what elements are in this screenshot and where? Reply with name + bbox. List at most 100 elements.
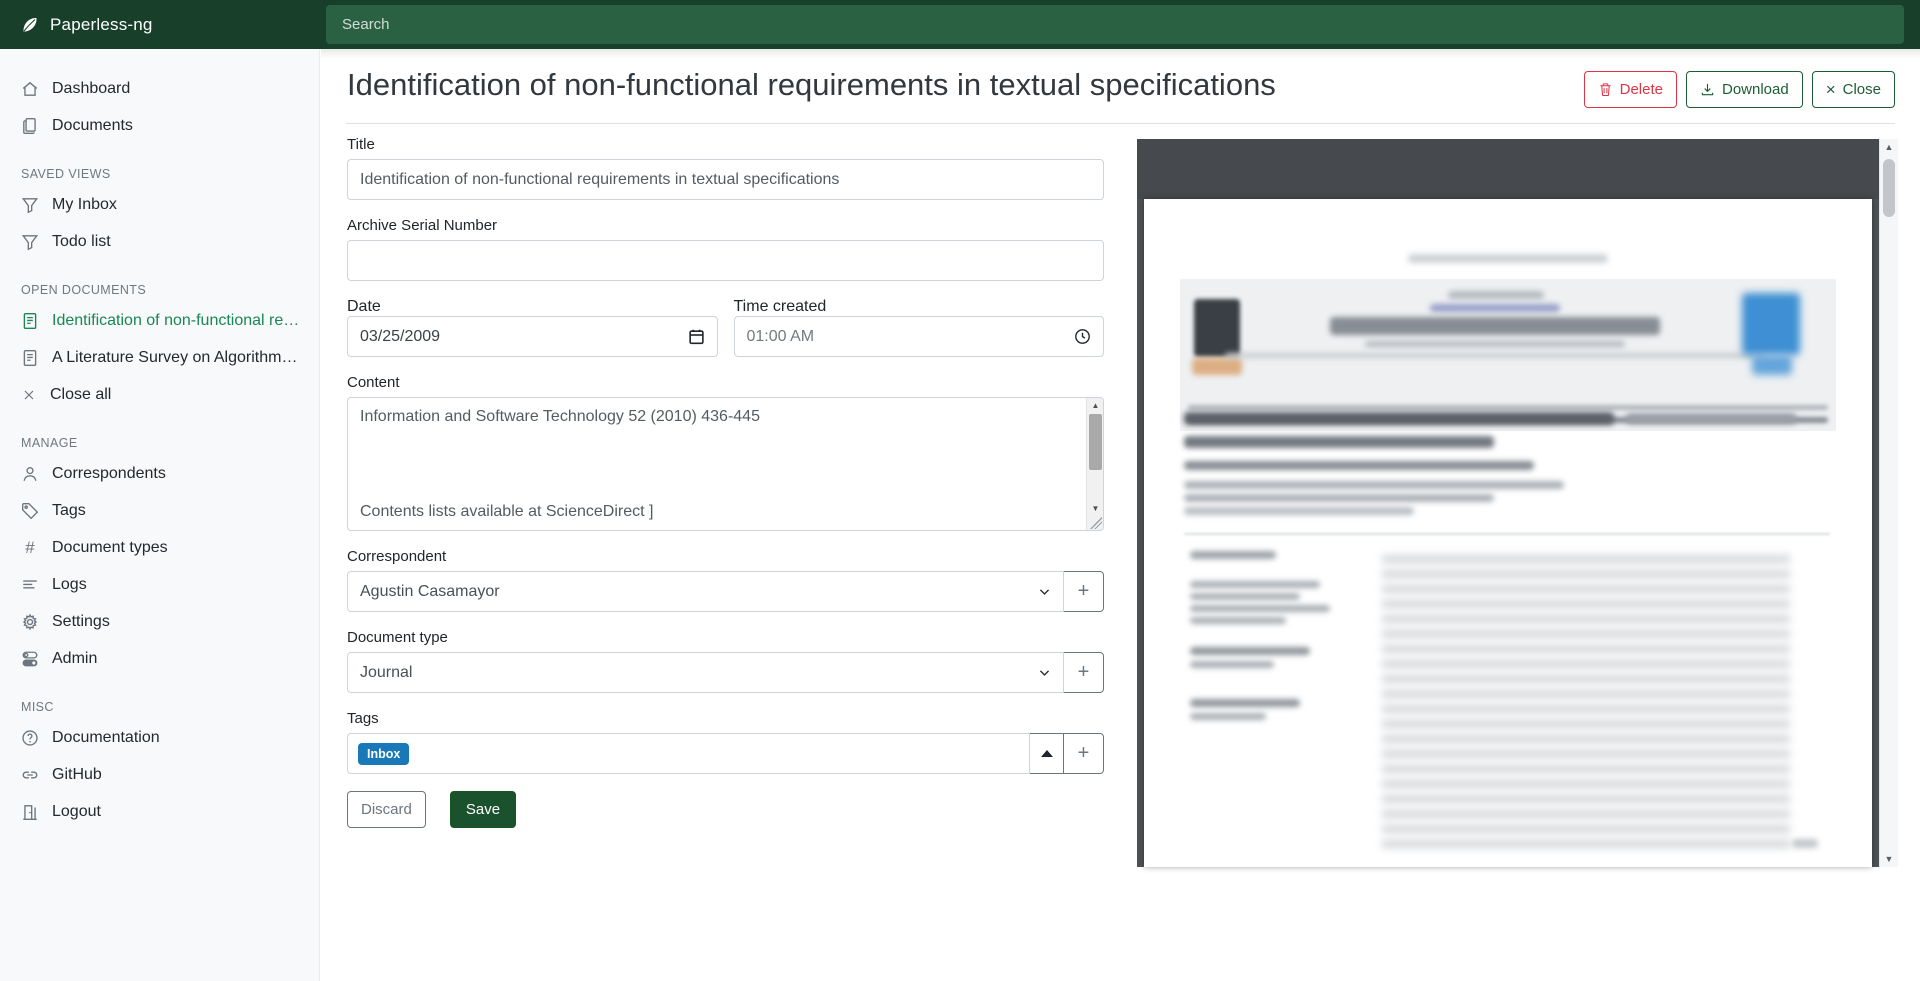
scroll-up-icon[interactable]: ▲ <box>1087 398 1104 413</box>
title-input[interactable] <box>360 171 1091 189</box>
toggles-icon <box>21 650 39 668</box>
hash-icon: # <box>21 538 39 558</box>
app-title: Paperless-ng <box>50 15 153 35</box>
correspondent-label: Correspondent <box>347 548 1104 565</box>
blurred-text-line <box>1190 699 1300 707</box>
sidebar-item-todo-list[interactable]: Todo list <box>0 223 319 260</box>
article-divider <box>1184 533 1830 535</box>
plus-icon: + <box>1078 742 1090 765</box>
document-type-select[interactable]: Journal <box>347 652 1064 693</box>
sidebar-section-misc: MISC <box>0 697 319 717</box>
asn-label: Archive Serial Number <box>347 217 1104 234</box>
plus-icon: + <box>1078 580 1090 603</box>
blurred-authors-line <box>1184 461 1534 470</box>
sidebar-item-open-doc-2[interactable]: A Literature Survey on Algorithms for Mu… <box>0 339 319 376</box>
sidebar-item-admin[interactable]: Admin <box>0 640 319 677</box>
sidebar-item-correspondents[interactable]: Correspondents <box>0 455 319 492</box>
files-icon <box>21 117 39 135</box>
preview-scrollbar[interactable]: ▲ ▼ <box>1879 139 1898 867</box>
blurred-abstract-block <box>1382 555 1790 855</box>
blurred-text-line <box>1626 413 1796 424</box>
pdf-page[interactable] <box>1144 199 1872 867</box>
title-label: Title <box>347 136 1104 153</box>
blurred-text-line <box>1792 839 1818 848</box>
document-type-label: Document type <box>347 629 1104 646</box>
sidebar-item-documentation[interactable]: Documentation <box>0 719 319 756</box>
save-button[interactable]: Save <box>450 791 516 828</box>
add-document-type-button[interactable]: + <box>1063 652 1104 693</box>
sciencedirect-logo <box>1752 355 1792 375</box>
pdf-viewer-toolbar[interactable] <box>1137 139 1879 199</box>
tag-icon <box>21 502 39 520</box>
content-label: Content <box>347 374 1104 391</box>
blurred-text-line <box>1190 661 1274 668</box>
sidebar-item-open-doc-1[interactable]: Identification of non-functional require… <box>0 302 319 339</box>
funnel-icon <box>21 233 39 251</box>
close-button[interactable]: × Close <box>1812 71 1895 108</box>
discard-button[interactable]: Discard <box>347 791 426 828</box>
calendar-icon[interactable] <box>688 328 705 345</box>
door-open-icon <box>21 803 39 821</box>
time-created-input[interactable] <box>747 328 1067 346</box>
blurred-text-line <box>1184 481 1564 489</box>
tags-dropdown-toggle[interactable] <box>1029 733 1064 774</box>
question-circle-icon <box>21 729 39 747</box>
add-tag-button[interactable]: + <box>1063 733 1104 774</box>
asn-input[interactable] <box>360 252 1091 270</box>
content-textarea[interactable]: Information and Software Technology 52 (… <box>347 397 1104 531</box>
chevron-down-icon <box>1038 585 1051 598</box>
blurred-article-title <box>1184 412 1614 425</box>
sidebar-item-tags[interactable]: Tags <box>0 492 319 529</box>
sidebar-item-dashboard[interactable]: Dashboard <box>0 70 319 107</box>
tags-label: Tags <box>347 710 1104 727</box>
journal-logo <box>1194 299 1240 357</box>
sidebar-item-github[interactable]: GitHub <box>0 756 319 793</box>
sidebar-item-document-types[interactable]: # Document types <box>0 529 319 566</box>
x-icon <box>21 387 37 403</box>
sidebar-item-my-inbox[interactable]: My Inbox <box>0 186 319 223</box>
add-correspondent-button[interactable]: + <box>1063 571 1104 612</box>
content-scrollbar-thumb[interactable] <box>1089 414 1102 470</box>
tags-field[interactable]: Inbox <box>347 733 1030 774</box>
search-input[interactable] <box>326 5 1904 44</box>
clock-icon[interactable] <box>1074 328 1091 345</box>
pdf-preview-pane: ▲ ▼ <box>1137 139 1898 867</box>
caret-up-icon <box>1041 750 1053 757</box>
download-icon <box>1700 82 1715 97</box>
tag-badge-inbox[interactable]: Inbox <box>358 743 409 765</box>
preview-scrollbar-thumb[interactable] <box>1883 159 1895 217</box>
sidebar-item-logout[interactable]: Logout <box>0 793 319 830</box>
chevron-down-icon <box>1038 666 1051 679</box>
delete-button[interactable]: Delete <box>1584 71 1677 108</box>
blurred-journal-title <box>1330 317 1660 335</box>
app-brand[interactable]: Paperless-ng <box>20 0 153 49</box>
sidebar-section-saved-views: SAVED VIEWS <box>0 164 319 184</box>
content-scrollbar[interactable]: ▲ ▼ <box>1086 398 1103 530</box>
header-actions: Delete Download × Close <box>1584 71 1895 108</box>
download-button[interactable]: Download <box>1686 71 1803 108</box>
sidebar-item-settings[interactable]: Settings <box>0 603 319 640</box>
gear-icon <box>21 613 39 631</box>
correspondent-select[interactable]: Agustin Casamayor <box>347 571 1064 612</box>
blurred-text-line <box>1365 341 1625 347</box>
sidebar-item-documents[interactable]: Documents <box>0 107 319 144</box>
date-label: Date <box>347 298 381 315</box>
textarea-resize-handle[interactable] <box>1090 517 1102 529</box>
x-icon: × <box>1826 81 1836 98</box>
sidebar-item-close-all[interactable]: Close all <box>0 376 319 413</box>
blurred-text-line <box>1184 507 1414 515</box>
document-title-heading: Identification of non-functional require… <box>347 67 1276 103</box>
scroll-down-icon[interactable]: ▼ <box>1087 501 1104 516</box>
home-icon <box>21 80 39 98</box>
scroll-up-icon[interactable]: ▲ <box>1880 139 1898 155</box>
header-divider <box>346 123 1895 124</box>
banner-rule <box>1188 405 1828 410</box>
scroll-down-icon[interactable]: ▼ <box>1880 851 1898 867</box>
date-input[interactable] <box>360 328 680 346</box>
funnel-icon <box>21 196 39 214</box>
trash-icon <box>1598 82 1613 97</box>
person-icon <box>21 465 39 483</box>
leaf-logo-icon <box>20 15 40 35</box>
top-navbar: Paperless-ng <box>0 0 1920 49</box>
sidebar-item-logs[interactable]: Logs <box>0 566 319 603</box>
